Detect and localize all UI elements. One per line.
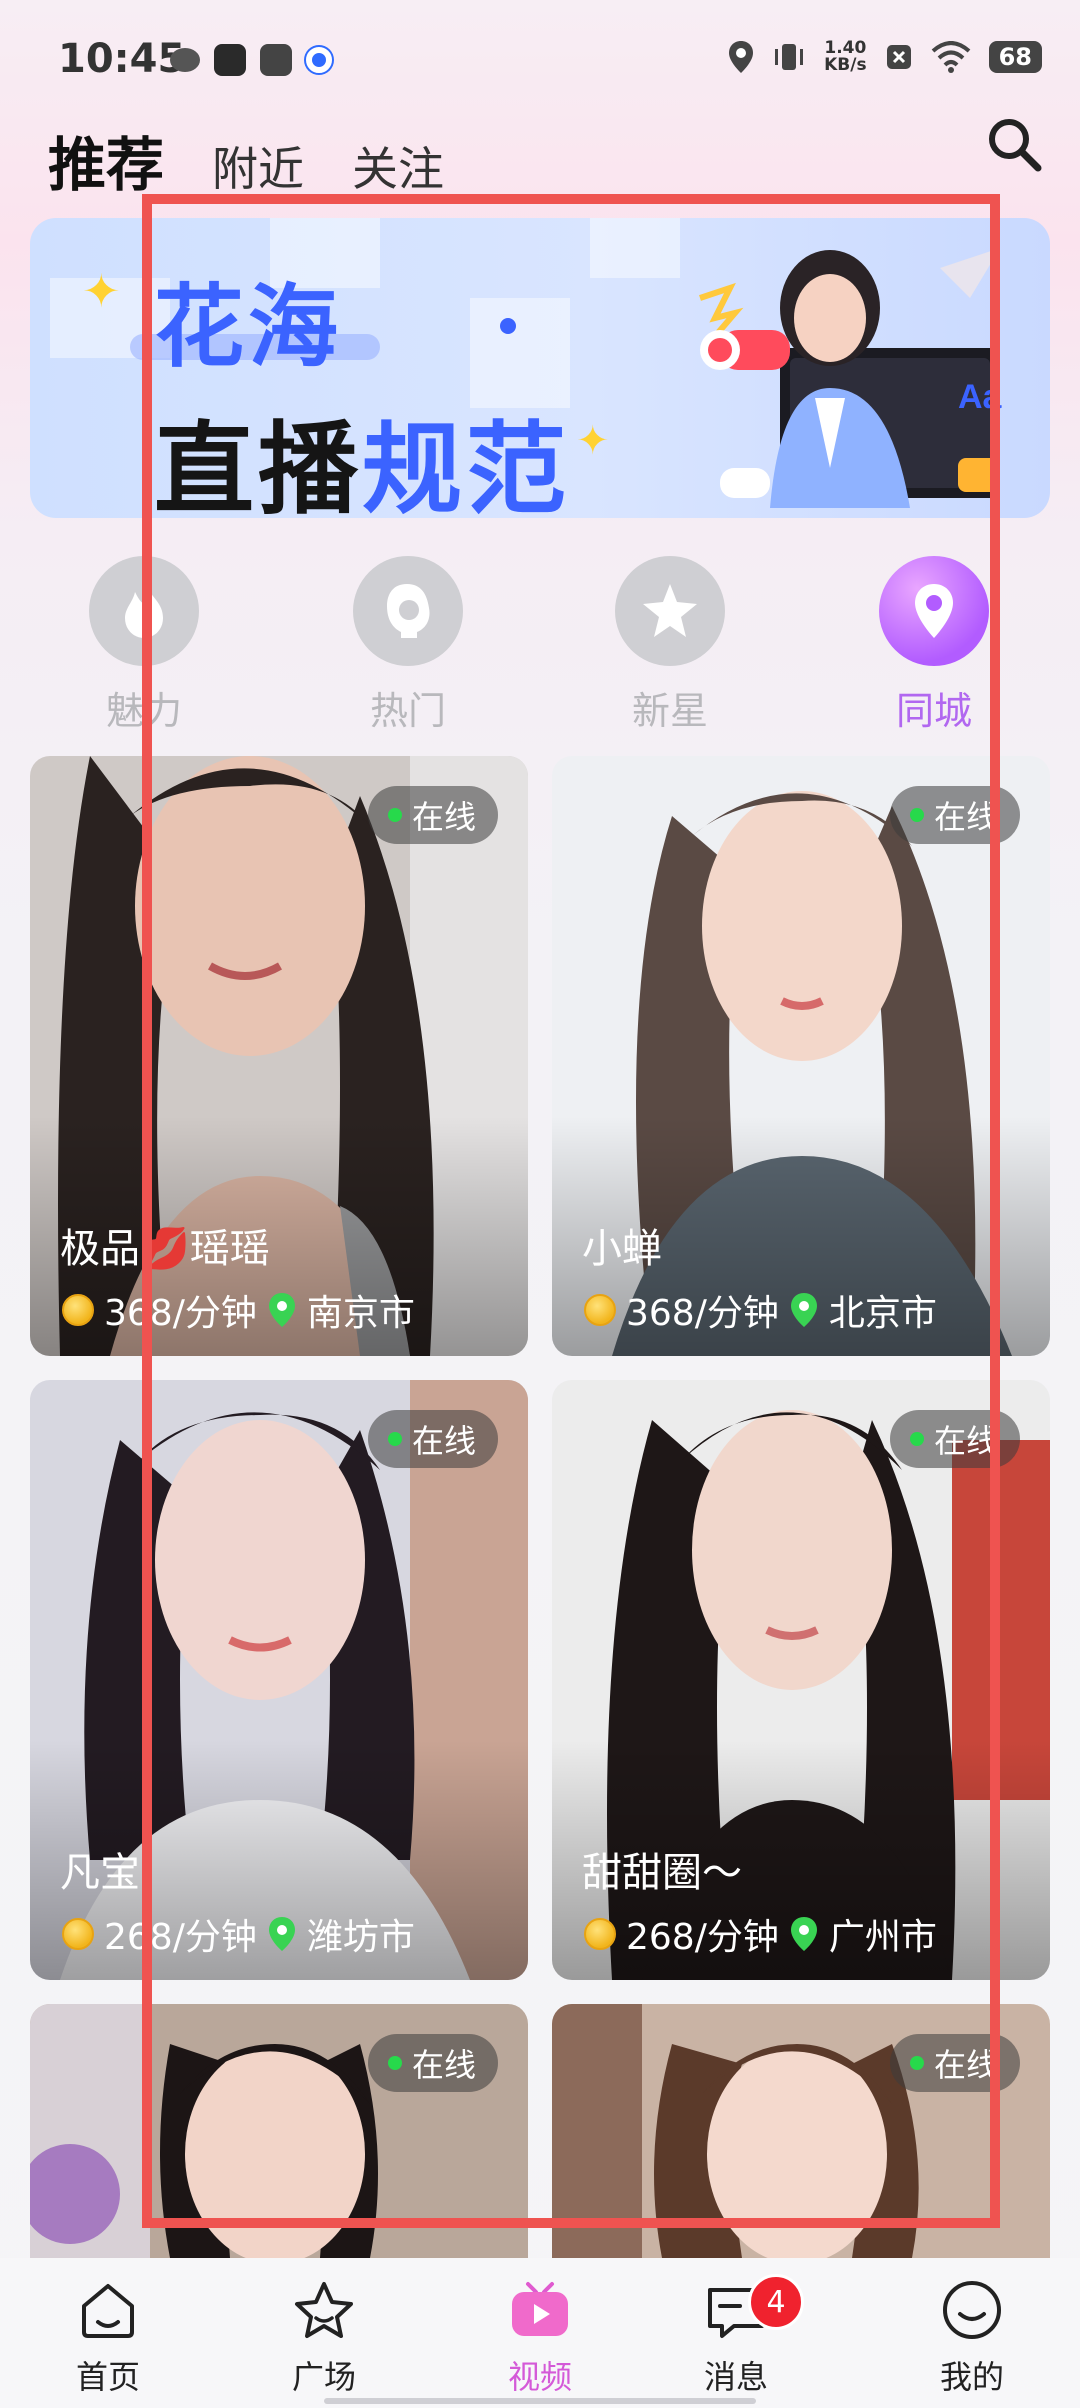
host-city: 广州市 [828, 1917, 937, 1958]
coin-icon [62, 1294, 94, 1326]
location-icon [729, 41, 754, 73]
location-pin-icon [268, 1917, 295, 1951]
vibrate-icon [775, 44, 804, 70]
banner-aa-text: Aa [958, 378, 1003, 416]
announcer-illustration: Aa [699, 248, 1003, 508]
tab-follow[interactable]: 关注 [352, 133, 444, 199]
host-meta: 368/分钟 北京市 [584, 1284, 937, 1336]
host-name: 小蝉 [582, 1226, 662, 1272]
host-card[interactable]: 在线 凡宝 268/分钟 潍坊市 [30, 1380, 528, 1980]
category-charm[interactable]: 魅力 [74, 556, 214, 735]
host-meta: 268/分钟 广州市 [584, 1908, 937, 1960]
promo-banner[interactable]: ✦ ✦ 花海 直播规范 Aa [30, 218, 1050, 518]
nav-square[interactable]: 广场 [244, 2278, 404, 2398]
video-icon [512, 2282, 568, 2336]
host-card[interactable]: 在线 极品💋瑶瑶 368/分钟 南京市 [30, 756, 528, 1356]
host-price: 368/分钟 [626, 1293, 779, 1334]
search-icon[interactable] [984, 114, 1044, 174]
wifi-icon [931, 41, 970, 73]
host-city: 潍坊市 [306, 1917, 415, 1958]
host-price: 368/分钟 [104, 1293, 257, 1334]
status-bar: 10:45 1.40 KB/s 68 [0, 0, 1080, 130]
status-right: 1.40 KB/s 68 [728, 40, 1042, 74]
cloud-app-icon [170, 48, 200, 72]
home-indicator[interactable] [324, 2398, 756, 2404]
tab-recommend[interactable]: 推荐 [48, 118, 164, 202]
host-name: 极品💋瑶瑶 [60, 1226, 270, 1272]
banner-title-line2: 直播规范 [154, 411, 570, 518]
bottom-nav: 首页 广场 视频 4 消息 我的 [0, 2258, 1080, 2408]
online-badge: 在线 [889, 1410, 1020, 1468]
host-name: 凡宝 [60, 1850, 140, 1896]
sparkle-icon: ✦ [82, 264, 121, 318]
location-pin-icon [790, 1293, 817, 1327]
status-notification-icons [170, 44, 332, 76]
nav-messages[interactable]: 4 消息 [656, 2274, 816, 2398]
browser-app-icon [306, 47, 332, 73]
smile-icon [943, 2281, 1001, 2339]
top-tabs: 推荐 附近 关注 [48, 118, 444, 202]
coin-icon [584, 1918, 616, 1950]
host-price: 268/分钟 [104, 1917, 257, 1958]
mail-app-icon [260, 44, 292, 76]
network-speed: 1.40 KB/s [824, 38, 867, 75]
category-samecity[interactable]: 同城 [864, 556, 1004, 735]
online-badge: 在线 [367, 2034, 498, 2092]
tiktok-app-icon [214, 44, 246, 76]
category-newstar[interactable]: 新星 [600, 556, 740, 735]
category-hot[interactable]: 热门 [338, 556, 478, 735]
online-badge: 在线 [367, 786, 498, 844]
host-city: 南京市 [306, 1293, 415, 1334]
online-badge: 在线 [889, 2034, 1020, 2092]
location-pin-icon [790, 1917, 817, 1951]
host-meta: 368/分钟 南京市 [62, 1284, 415, 1336]
online-badge: 在线 [889, 786, 1020, 844]
category-row: 魅力 热门 新星 同城 [0, 556, 1080, 733]
status-time: 10:45 [58, 36, 186, 82]
host-name: 甜甜圈～ [582, 1850, 742, 1896]
location-pin-icon [915, 584, 953, 638]
sparkle-icon: ✦ [576, 418, 610, 464]
host-card[interactable]: 在线 小蝉 368/分钟 北京市 [552, 756, 1050, 1356]
host-city: 北京市 [828, 1293, 937, 1334]
host-price: 268/分钟 [626, 1917, 779, 1958]
no-sim-icon [886, 45, 911, 69]
battery-indicator: 68 [988, 41, 1042, 73]
flame-icon [125, 584, 163, 638]
online-badge: 在线 [367, 1410, 498, 1468]
host-card[interactable]: 在线 [30, 2004, 528, 2258]
tab-nearby[interactable]: 附近 [212, 133, 304, 199]
nav-home[interactable]: 首页 [28, 2278, 188, 2398]
woman-silhouette-icon [387, 584, 430, 638]
nav-profile[interactable]: 我的 [892, 2278, 1052, 2398]
host-meta: 268/分钟 潍坊市 [62, 1908, 415, 1960]
unread-badge: 4 [748, 2274, 804, 2330]
nav-video[interactable]: 视频 [460, 2278, 620, 2398]
banner-title-line1: 花海 [154, 275, 342, 380]
star-icon [643, 584, 697, 637]
star-icon [295, 2282, 353, 2338]
coin-icon [584, 1294, 616, 1326]
coin-icon [62, 1918, 94, 1950]
host-card[interactable]: 在线 甜甜圈～ 268/分钟 广州市 [552, 1380, 1050, 1980]
home-icon [82, 2284, 134, 2338]
location-pin-icon [268, 1293, 295, 1327]
host-card[interactable]: 在线 [552, 2004, 1050, 2258]
